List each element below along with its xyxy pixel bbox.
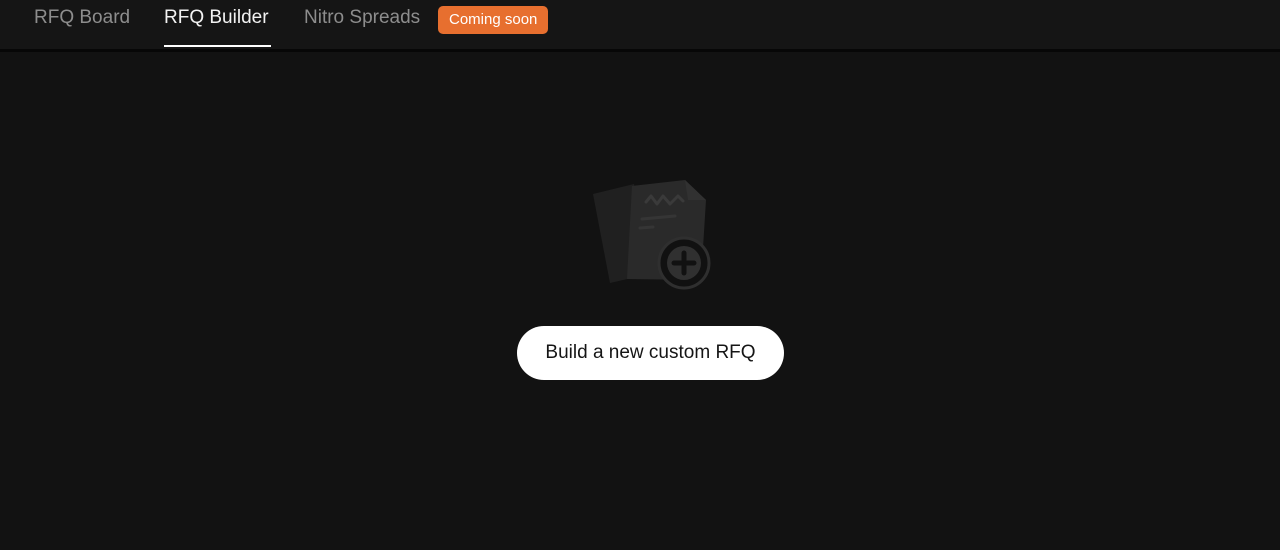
rfq-app: RFQ Board RFQ Builder Nitro Spreads Comi…: [0, 0, 1280, 550]
tab-nitro-spreads[interactable]: Nitro Spreads: [304, 0, 420, 47]
tab-rfq-builder[interactable]: RFQ Builder: [164, 0, 271, 47]
tab-bar: RFQ Board RFQ Builder Nitro Spreads Comi…: [0, 0, 1280, 52]
coming-soon-badge: Coming soon: [438, 6, 549, 34]
new-document-icon: [590, 176, 714, 290]
tab-rfq-board[interactable]: RFQ Board: [34, 0, 130, 47]
build-custom-rfq-button[interactable]: Build a new custom RFQ: [517, 326, 784, 380]
